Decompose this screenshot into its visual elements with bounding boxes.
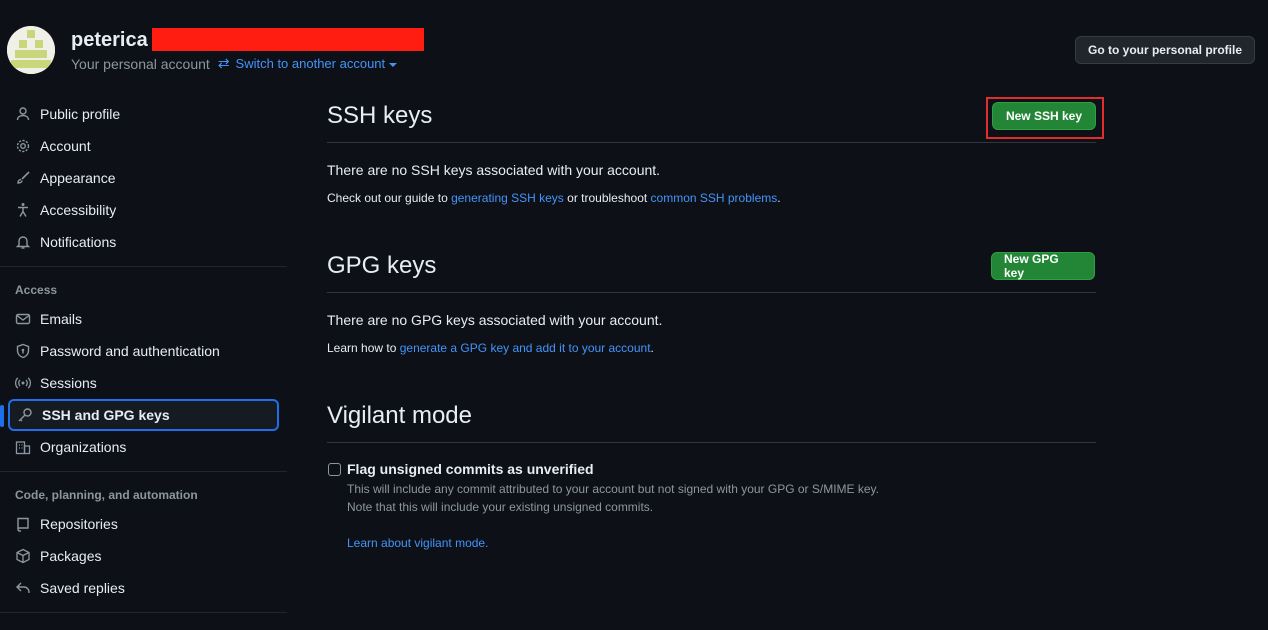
sidebar-item-label: SSH and GPG keys — [42, 407, 170, 423]
sidebar-heading-code: Code, planning, and automation — [15, 488, 198, 502]
vigilant-mode-title: Vigilant mode — [327, 402, 472, 429]
sidebar-item-organizations[interactable]: Organizations — [8, 431, 279, 463]
guide-suffix: . — [777, 191, 781, 205]
gpg-empty-message: There are no GPG keys associated with yo… — [327, 312, 663, 328]
sidebar-item-label: Repositories — [40, 516, 118, 532]
sidebar-item-accessibility[interactable]: Accessibility — [8, 194, 279, 226]
section-divider — [327, 442, 1096, 443]
paintbrush-icon — [14, 169, 32, 187]
sidebar-item-label: Emails — [40, 311, 83, 327]
chevron-down-icon — [389, 62, 398, 67]
ssh-guide-text: Check out our guide to generating SSH ke… — [327, 191, 781, 205]
account-context: Your personal account ⇄ Switch to anothe… — [71, 55, 398, 72]
sidebar-item-public-profile[interactable]: Public profile — [8, 98, 279, 130]
highlight-annotation — [986, 97, 1104, 139]
sidebar-item-label: Notifications — [40, 234, 117, 250]
sidebar-divider — [0, 471, 287, 472]
sidebar-item-password-auth[interactable]: Password and authentication — [8, 335, 279, 367]
sidebar-item-ssh-gpg-keys[interactable]: SSH and GPG keys — [0, 399, 279, 431]
sidebar-item-label: Appearance — [40, 170, 116, 186]
sidebar-item-label: Public profile — [40, 106, 121, 122]
sidebar-item-notifications[interactable]: Notifications — [8, 226, 279, 258]
key-icon — [16, 406, 34, 424]
go-to-profile-button[interactable]: Go to your personal profile — [1075, 36, 1255, 64]
redaction-bar — [152, 28, 424, 51]
common-ssh-problems-link[interactable]: common SSH problems — [651, 191, 778, 205]
reply-icon — [14, 579, 32, 597]
gpg-keys-title: GPG keys — [327, 252, 437, 279]
sidebar-item-repositories[interactable]: Repositories — [8, 508, 279, 540]
arrow-switch-icon: ⇄ — [217, 55, 230, 71]
mail-icon — [14, 310, 32, 328]
generating-ssh-keys-link[interactable]: generating SSH keys — [451, 191, 564, 205]
broadcast-icon — [14, 374, 32, 392]
sidebar-item-label: Sessions — [40, 375, 97, 391]
section-divider — [327, 142, 1096, 143]
bell-icon — [14, 233, 32, 251]
repo-icon — [14, 515, 32, 533]
ssh-keys-title: SSH keys — [327, 102, 433, 129]
package-icon — [14, 547, 32, 565]
sidebar-divider — [0, 266, 287, 267]
avatar[interactable] — [7, 26, 55, 74]
person-icon — [14, 105, 32, 123]
sidebar-item-packages[interactable]: Packages — [8, 540, 279, 572]
switch-account-link[interactable]: Switch to another account — [236, 56, 398, 71]
learn-suffix: . — [650, 341, 654, 355]
sidebar-item-account[interactable]: Account — [8, 130, 279, 162]
user-name: peterica — [71, 29, 148, 51]
vigilant-mode-checkbox[interactable] — [328, 463, 341, 476]
gear-icon — [14, 137, 32, 155]
guide-mid: or troubleshoot — [563, 191, 651, 205]
guide-prefix: Check out our guide to — [327, 191, 452, 205]
sidebar-divider — [0, 612, 287, 613]
vigilant-description-1: This will include any commit attributed … — [347, 482, 880, 496]
sidebar-item-label: Saved replies — [40, 580, 125, 596]
ssh-empty-message: There are no SSH keys associated with yo… — [327, 162, 661, 178]
shield-icon — [14, 342, 32, 360]
section-divider — [327, 292, 1096, 293]
sidebar-item-sessions[interactable]: Sessions — [8, 367, 279, 399]
settings-sidebar: Public profile Account Appearance Access… — [0, 98, 287, 621]
sidebar-item-label: Password and authentication — [40, 343, 220, 359]
generate-gpg-key-link[interactable]: generate a GPG key and add it to your ac… — [400, 341, 651, 355]
sidebar-item-saved-replies[interactable]: Saved replies — [8, 572, 279, 604]
learn-prefix: Learn how to — [327, 341, 400, 355]
gpg-learn-text: Learn how to generate a GPG key and add … — [327, 341, 654, 355]
accessibility-icon — [14, 201, 32, 219]
new-gpg-key-button[interactable]: New GPG key — [991, 252, 1095, 280]
sidebar-item-label: Accessibility — [40, 202, 117, 218]
vigilant-description-2: Note that this will include your existin… — [347, 500, 654, 514]
sidebar-item-label: Organizations — [40, 439, 127, 455]
account-label: Your personal account — [71, 55, 210, 72]
vigilant-mode-checkbox-label[interactable]: Flag unsigned commits as unverified — [347, 461, 594, 477]
sidebar-heading-access: Access — [15, 283, 58, 297]
sidebar-item-emails[interactable]: Emails — [8, 303, 279, 335]
organization-icon — [14, 438, 32, 456]
sidebar-item-label: Account — [40, 138, 91, 154]
sidebar-item-label: Packages — [40, 548, 102, 564]
learn-vigilant-mode-link[interactable]: Learn about vigilant mode. — [347, 536, 488, 550]
sidebar-item-appearance[interactable]: Appearance — [8, 162, 279, 194]
